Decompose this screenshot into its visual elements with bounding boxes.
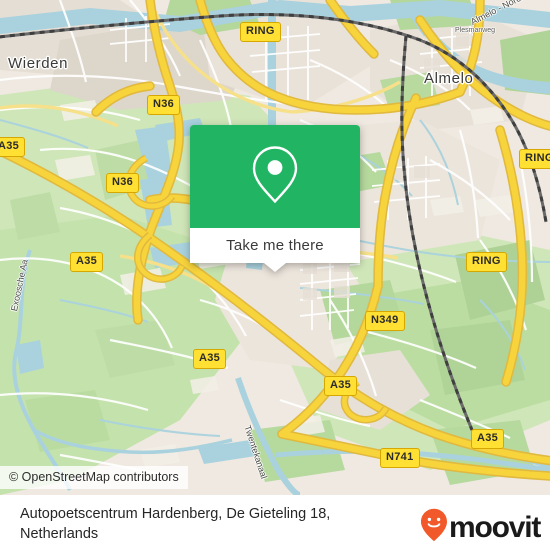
road-shield-a35-southcenter[interactable]: A35 [324, 376, 358, 396]
location-popup[interactable]: Take me there [190, 125, 360, 272]
popup-tail [264, 263, 286, 272]
road-shield-n349[interactable]: N349 [365, 311, 405, 331]
footer-bar: Autopoetscentrum Hardenberg, De Gietelin… [0, 495, 550, 550]
road-shield-ring-east-upper[interactable]: RING [519, 149, 550, 169]
road-shield-n36-north[interactable]: N36 [147, 95, 181, 115]
map-canvas[interactable]: Wierden Almelo RING N36 A35 RING N36 A35… [0, 0, 550, 495]
moovit-smiley-pin-icon [420, 508, 448, 547]
road-shield-a35-southeast[interactable]: A35 [471, 429, 505, 449]
road-shield-ring-north[interactable]: RING [240, 22, 281, 42]
road-shield-n36-south[interactable]: N36 [106, 173, 140, 193]
place-address: Autopoetscentrum Hardenberg, De Gietelin… [20, 504, 380, 544]
road-shield-a35-west[interactable]: A35 [0, 137, 26, 157]
moovit-logo[interactable]: moovit [420, 508, 541, 547]
take-me-there-button[interactable]: Take me there [226, 237, 324, 254]
road-shield-n741[interactable]: N741 [380, 448, 420, 468]
moovit-wordmark: moovit [449, 510, 541, 544]
map-screenshot: Wierden Almelo RING N36 A35 RING N36 A35… [0, 0, 550, 550]
road-shield-a35-midwest[interactable]: A35 [70, 252, 104, 272]
popup-footer[interactable]: Take me there [190, 228, 360, 272]
road-shield-a35-center[interactable]: A35 [193, 349, 227, 369]
osm-attribution[interactable]: © OpenStreetMap contributors [0, 466, 188, 489]
road-shield-ring-east-lower[interactable]: RING [466, 252, 507, 272]
place-address-line2: Netherlands [20, 526, 99, 542]
place-address-line1: Autopoetscentrum Hardenberg, De Gietelin… [20, 506, 331, 522]
location-pin-icon [248, 142, 302, 211]
popup-header [190, 125, 360, 228]
